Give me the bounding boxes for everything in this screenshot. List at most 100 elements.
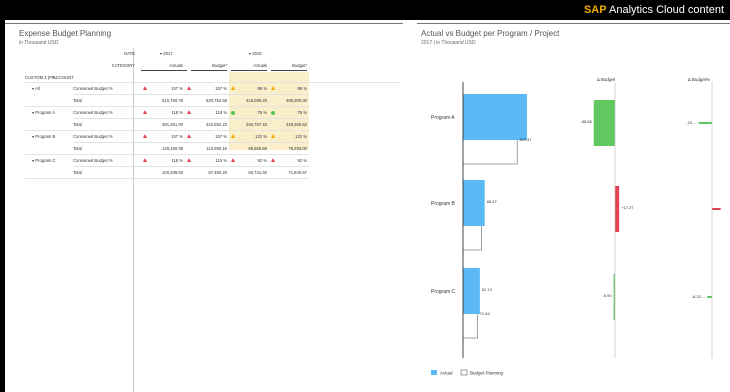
actual-value-label: 85.57 bbox=[487, 199, 498, 204]
row-account: Total bbox=[73, 122, 82, 127]
header-year-2016: ▾ 2016 bbox=[249, 51, 262, 56]
group-separator bbox=[25, 154, 73, 155]
cell-a17: 100,339.63 bbox=[162, 170, 183, 175]
cell-a16: 65,741.92 bbox=[248, 170, 267, 175]
row-dimension: ▾ Program B bbox=[32, 134, 56, 139]
cell-a17: 381,251.00 bbox=[162, 122, 183, 127]
budget-value-label: 71.64 bbox=[480, 311, 491, 316]
cell-b16: 349,366.62 bbox=[286, 122, 307, 127]
delta-budget-pct-label: -8.23 ... bbox=[692, 294, 706, 299]
row-dimension: ▾ Program A bbox=[32, 110, 56, 115]
group-separator bbox=[25, 178, 73, 179]
table-title: Expense Budget Planning bbox=[19, 29, 112, 38]
red-triangle-icon bbox=[231, 158, 235, 162]
underline-budget-2016 bbox=[271, 70, 307, 71]
brand-sap: SAP bbox=[583, 4, 607, 16]
delta-budget-header: Δ Budget bbox=[597, 77, 616, 82]
chart-subtitle: 2017 | in Thousand USD bbox=[421, 40, 476, 46]
header-category-label: CATEGORY bbox=[111, 63, 135, 68]
brand-logo: SAP Analytics Cloud content bbox=[584, 4, 724, 16]
story-canvas: Expense Budget Planning in Thousand USD … bbox=[5, 20, 730, 392]
table-subtitle: in Thousand USD bbox=[19, 40, 59, 46]
underline-budget-2017 bbox=[191, 70, 227, 71]
header-budget-2016: Budget* bbox=[292, 63, 307, 68]
cell-b17: 520,752.58 bbox=[206, 98, 227, 103]
row-account: Total bbox=[73, 170, 82, 175]
row-account: Total bbox=[73, 146, 82, 151]
cell-b16: 92 % bbox=[297, 158, 307, 163]
green-dot-icon bbox=[231, 110, 235, 115]
category-label: Program C bbox=[431, 289, 456, 295]
cell-b17: 115 % bbox=[215, 158, 227, 163]
group-separator bbox=[25, 130, 73, 131]
screen: SAP Analytics Cloud content Expense Budg… bbox=[0, 0, 730, 392]
chart-title: Actual vs Budget per Program / Project bbox=[421, 29, 560, 38]
row-separator bbox=[73, 130, 309, 131]
cell-a16: 85 % bbox=[257, 86, 267, 91]
cell-b16: 71,640.67 bbox=[288, 170, 307, 175]
cell-a16: 95,566.65 bbox=[248, 146, 267, 151]
cell-b16: 85 % bbox=[297, 86, 307, 91]
amber-triangle-icon bbox=[231, 86, 235, 90]
red-triangle-icon bbox=[271, 158, 275, 162]
delta-budget-pct-marker bbox=[698, 122, 712, 124]
cell-b17: 110,680.16 bbox=[206, 146, 227, 151]
cell-a17: 129,160.05 bbox=[162, 146, 183, 151]
cell-a17: 115 % bbox=[171, 158, 183, 163]
cell-a16: 122 % bbox=[255, 134, 267, 139]
delta-budget-bar bbox=[615, 186, 620, 232]
red-triangle-icon bbox=[187, 158, 191, 162]
header-actuals-2017: Actuals bbox=[169, 63, 183, 68]
delta-budget-pct-marker bbox=[712, 208, 721, 210]
left-panel-top-rule bbox=[5, 23, 403, 24]
green-dot-icon bbox=[271, 110, 275, 115]
red-triangle-icon bbox=[187, 134, 191, 138]
row-separator bbox=[73, 118, 309, 119]
cell-b17: 157 % bbox=[215, 86, 227, 91]
cell-b17: 157 % bbox=[215, 134, 227, 139]
row-dimension: ▾ Program C bbox=[32, 158, 56, 163]
row-separator bbox=[73, 106, 309, 107]
red-triangle-icon bbox=[143, 134, 147, 138]
cell-a16: 260,787.43 bbox=[246, 122, 267, 127]
actual-bar bbox=[463, 94, 528, 140]
red-triangle-icon bbox=[143, 158, 147, 162]
actual-value-label: 62.74 bbox=[482, 287, 493, 292]
row-account: Consumed Budget % bbox=[73, 110, 113, 115]
budget-planning-bar bbox=[462, 203, 482, 251]
right-panel-top-rule bbox=[417, 23, 730, 24]
legend-budget-label: Budget Planning bbox=[470, 371, 504, 376]
header-actuals-2016: Actuals bbox=[253, 63, 267, 68]
row-separator bbox=[73, 178, 309, 179]
delta-budget-label: -5.90 bbox=[602, 293, 612, 298]
brand-text: Analytics Cloud content bbox=[606, 4, 724, 16]
row-separator bbox=[73, 154, 309, 155]
red-triangle-icon bbox=[143, 86, 147, 90]
header-budget-2017: Budget* bbox=[212, 63, 227, 68]
cell-b16: 78,293.00 bbox=[288, 146, 307, 151]
row-separator bbox=[73, 94, 309, 95]
group-separator bbox=[25, 106, 73, 107]
row-account: Total bbox=[73, 98, 82, 103]
delta-budget-pct-label: -23 ... bbox=[686, 120, 696, 125]
delta-budget-pct-header: Δ Budget% bbox=[688, 77, 710, 82]
cell-b17: 118 % bbox=[215, 110, 227, 115]
category-label: Program A bbox=[431, 115, 455, 121]
header-date-label: DATE bbox=[124, 51, 135, 56]
red-triangle-icon bbox=[187, 86, 191, 90]
legend-budget-swatch bbox=[460, 369, 468, 376]
header-rule bbox=[25, 82, 400, 83]
actual-bar bbox=[463, 180, 485, 226]
cell-b16: 75 % bbox=[297, 110, 307, 115]
variance-chart: Δ Budget Δ Budget% Program A 349.37 -88.58 -2… bbox=[431, 77, 721, 376]
underline-actuals-2017 bbox=[141, 70, 187, 71]
amber-triangle-icon bbox=[271, 134, 275, 138]
red-triangle-icon bbox=[187, 110, 191, 114]
row-separator bbox=[73, 166, 309, 167]
red-triangle-icon bbox=[143, 110, 147, 114]
delta-budget-label: -88.58 bbox=[580, 119, 592, 124]
delta-budget-label: +17.27 bbox=[621, 205, 634, 210]
header-account: ACCOUNT bbox=[53, 75, 74, 80]
row-account: Consumed Budget % bbox=[73, 158, 113, 163]
underline-actuals-2016 bbox=[231, 70, 267, 71]
